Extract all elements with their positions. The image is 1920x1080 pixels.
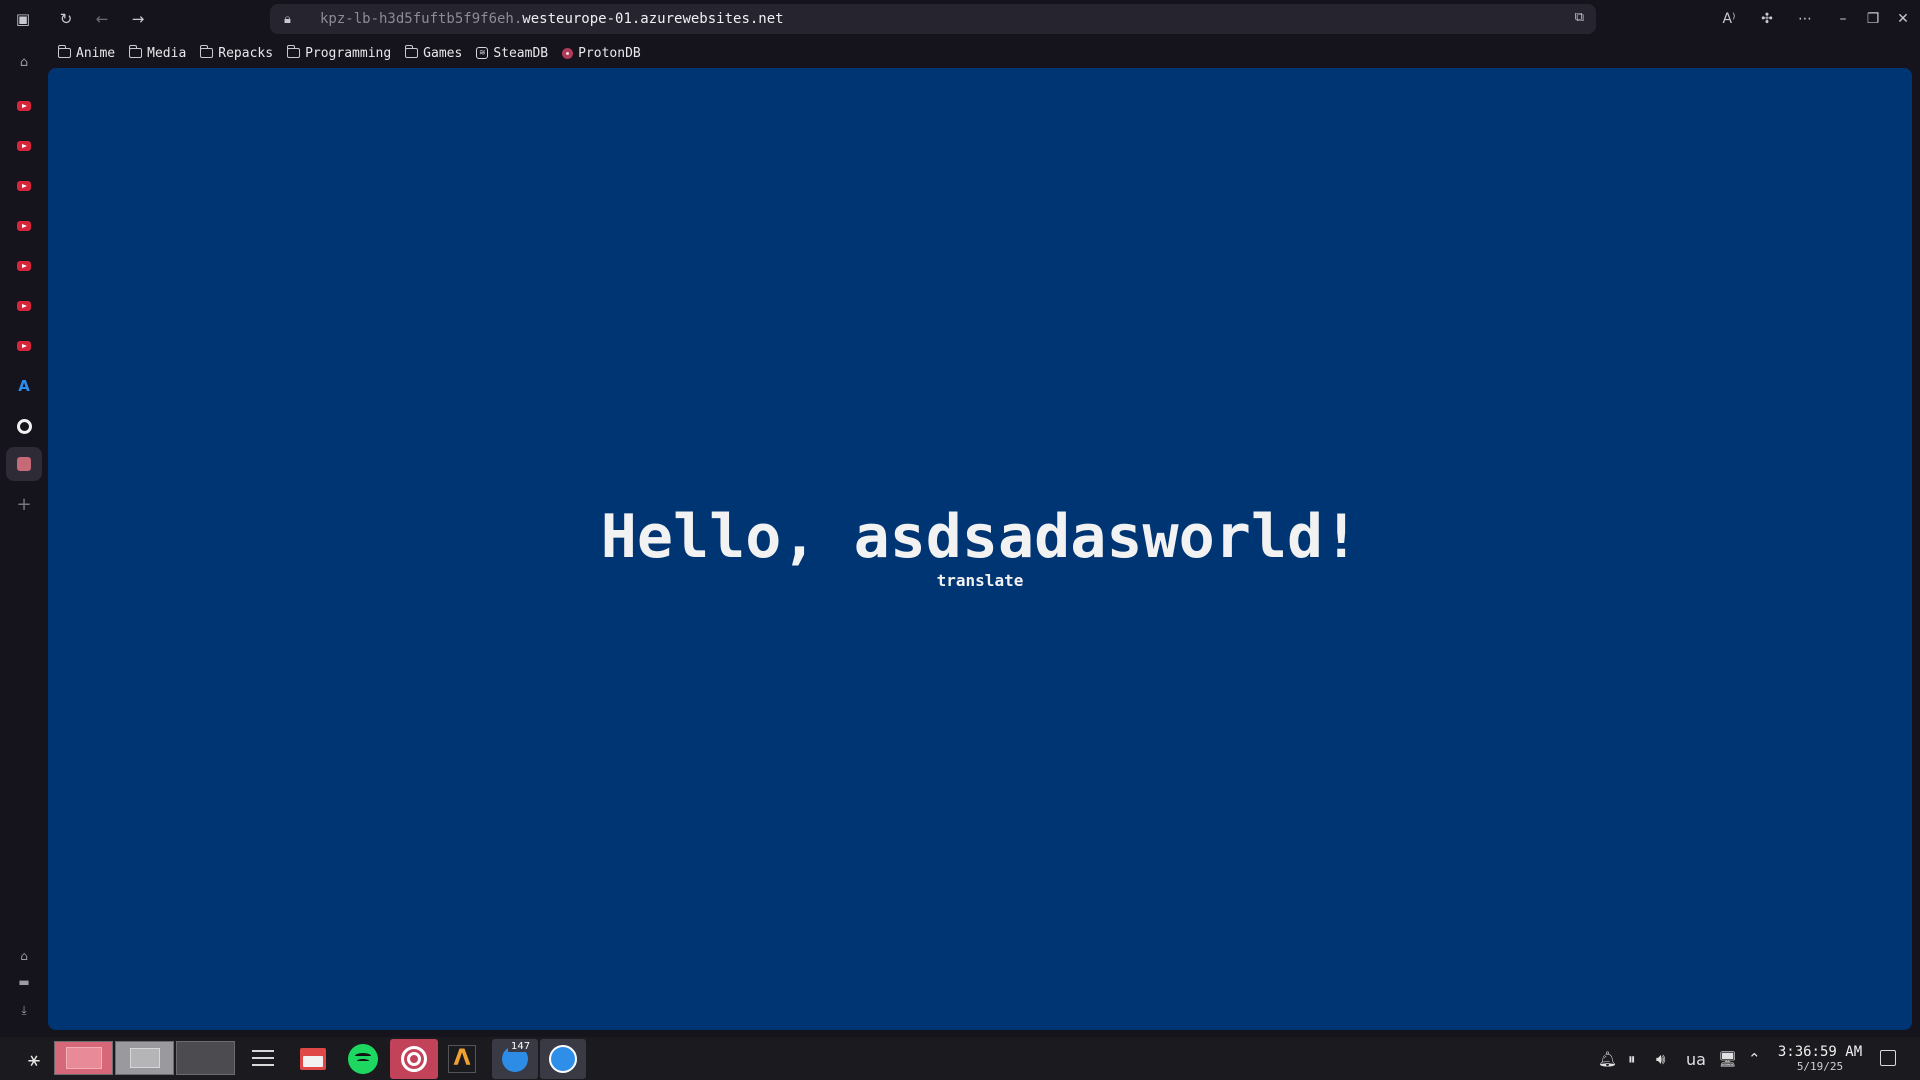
spotify-icon[interactable] bbox=[345, 1041, 381, 1077]
tray-expand-icon[interactable]: ⌃ bbox=[1748, 1048, 1761, 1070]
reload-icon[interactable]: ↻ bbox=[53, 6, 79, 32]
site-favicon-icon bbox=[17, 457, 31, 471]
file-manager-icon[interactable] bbox=[295, 1041, 331, 1077]
vertical-tab-youtube[interactable] bbox=[14, 176, 34, 196]
page-heading: Hello, asdsadasworld! bbox=[600, 502, 1360, 572]
system-settings-icon[interactable] bbox=[245, 1041, 281, 1077]
address-bar[interactable]: 🔒︎ kpz-lb-h3d5fuftb5f9f6eh. westeurope-01… bbox=[270, 4, 1596, 34]
vertical-tabs-sidebar: ⌂ A + ⌂ ▬ ⤓ bbox=[0, 38, 48, 1030]
github-icon bbox=[16, 418, 32, 434]
youtube-icon bbox=[17, 101, 31, 111]
browser-toolbar: ▣ ↻ ← → 🔒︎ kpz-lb-h3d5fuftb5f9f6eh. weste… bbox=[0, 0, 1920, 38]
youtube-icon bbox=[17, 261, 31, 271]
bookmark-repacks[interactable]: Repacks bbox=[199, 45, 274, 61]
plus-icon: + bbox=[16, 493, 32, 515]
bookmark-anime[interactable]: Anime bbox=[57, 45, 116, 61]
bookmark-label: Repacks bbox=[218, 45, 274, 61]
steamdb-icon: ≋ bbox=[476, 47, 489, 59]
back-icon[interactable]: ← bbox=[89, 6, 115, 32]
folder-icon bbox=[404, 45, 419, 58]
vertical-tab-azure[interactable]: A bbox=[14, 376, 34, 396]
kde-connect-icon[interactable] bbox=[540, 1039, 586, 1079]
volume-icon[interactable]: 🔊︎ bbox=[1656, 1048, 1665, 1070]
sidebar-downloads-button[interactable]: ⤓ bbox=[14, 1000, 34, 1020]
folder-icon bbox=[128, 45, 143, 58]
folder-icon bbox=[57, 45, 71, 58]
bookmark-label: Programming bbox=[305, 45, 392, 61]
card-icon: ▬ bbox=[18, 975, 30, 989]
vertical-tab-active[interactable] bbox=[6, 447, 42, 481]
vertical-tab-youtube[interactable] bbox=[14, 296, 34, 316]
notifications-icon[interactable]: 🔔︎ bbox=[1598, 1048, 1617, 1070]
keyboard-layout-indicator[interactable]: ua bbox=[1686, 1048, 1706, 1070]
page-viewport: Hello, asdsadasworld! translate bbox=[48, 68, 1912, 1030]
restore-icon[interactable]: ❐ bbox=[1860, 6, 1886, 32]
vertical-tab-youtube[interactable] bbox=[14, 256, 34, 276]
youtube-icon bbox=[17, 141, 31, 151]
folder-icon bbox=[286, 45, 301, 58]
forward-icon[interactable]: → bbox=[125, 6, 151, 32]
sidebar-wallet-button[interactable]: ▬ bbox=[14, 972, 34, 992]
url-domain: westeurope-01.azurewebsites.net bbox=[522, 11, 784, 27]
virtual-desktop-1[interactable] bbox=[54, 1041, 113, 1075]
vertical-tab-github[interactable] bbox=[14, 416, 34, 436]
minimize-icon[interactable]: – bbox=[1830, 6, 1856, 32]
lock-icon: 🔒︎ bbox=[284, 11, 291, 27]
bookmark-programming[interactable]: Programming bbox=[286, 45, 392, 61]
more-menu-icon[interactable]: ⋯ bbox=[1792, 6, 1818, 32]
youtube-icon bbox=[17, 181, 31, 191]
sidebar-toggle-icon[interactable]: ▣ bbox=[10, 6, 36, 32]
bookmark-media[interactable]: Media bbox=[128, 45, 187, 61]
new-tab-button[interactable]: + bbox=[14, 493, 34, 515]
bookmark-label: Media bbox=[147, 45, 187, 61]
extensions-icon[interactable]: ✣ bbox=[1754, 6, 1780, 32]
vertical-tab-home[interactable]: ⌂ bbox=[14, 52, 34, 72]
show-desktop-icon[interactable] bbox=[1880, 1050, 1896, 1066]
vertical-tab-youtube[interactable] bbox=[14, 336, 34, 356]
target-app-icon[interactable] bbox=[390, 1039, 438, 1079]
close-icon[interactable]: ✕ bbox=[1890, 6, 1916, 32]
bookmark-label: SteamDB bbox=[493, 45, 549, 61]
bookmark-label: Anime bbox=[76, 45, 116, 61]
folder-icon bbox=[199, 45, 214, 58]
sidebar-home-button[interactable]: ⌂ bbox=[14, 946, 34, 966]
url-subdomain: kpz-lb-h3d5fuftb5f9f6eh. bbox=[320, 11, 523, 27]
translate-link[interactable]: translate bbox=[48, 571, 1912, 590]
network-icon[interactable]: 🖥︎ bbox=[1718, 1048, 1737, 1070]
reader-mode-icon[interactable]: ⧉ bbox=[1575, 10, 1584, 25]
app-launcher-icon[interactable]: ⚹ bbox=[16, 1041, 52, 1077]
vertical-tab-youtube[interactable] bbox=[14, 136, 34, 156]
virtual-desktop-3[interactable] bbox=[176, 1041, 235, 1075]
clock-time: 3:36:59 AM bbox=[1777, 1044, 1863, 1060]
bookmark-steamdb[interactable]: ≋ SteamDB bbox=[476, 46, 548, 61]
bookmark-protondb[interactable]: ProtonDB bbox=[562, 46, 641, 61]
youtube-icon bbox=[17, 341, 31, 351]
azure-icon: A bbox=[18, 377, 30, 395]
vertical-tab-youtube[interactable] bbox=[14, 216, 34, 236]
bookmark-label: ProtonDB bbox=[578, 45, 641, 61]
bookmark-label: Games bbox=[423, 45, 463, 61]
home-icon: ⌂ bbox=[20, 949, 28, 963]
youtube-icon bbox=[17, 301, 31, 311]
unread-count-badge: 147 bbox=[508, 1041, 534, 1052]
read-aloud-icon[interactable]: A⁾ bbox=[1716, 6, 1742, 32]
protondb-icon bbox=[562, 47, 574, 59]
youtube-icon bbox=[17, 221, 31, 231]
home-icon: ⌂ bbox=[19, 54, 29, 70]
media-pause-icon[interactable]: ⏸︎ bbox=[1628, 1048, 1636, 1070]
clock-date: 5/19/25 bbox=[1796, 1060, 1844, 1073]
clock[interactable]: 3:36:59 AM 5/19/25 bbox=[1776, 1044, 1864, 1074]
terminal-icon[interactable]: Λ bbox=[444, 1041, 480, 1077]
virtual-desktop-2[interactable] bbox=[115, 1041, 174, 1075]
thunderbird-icon[interactable]: 147 bbox=[492, 1039, 538, 1079]
download-icon: ⤓ bbox=[21, 1002, 27, 1017]
vertical-tab-youtube[interactable] bbox=[14, 96, 34, 116]
bookmark-games[interactable]: Games bbox=[404, 45, 463, 61]
bookmarks-bar: Anime Media Repacks Programming Games ≋ S… bbox=[57, 42, 641, 64]
